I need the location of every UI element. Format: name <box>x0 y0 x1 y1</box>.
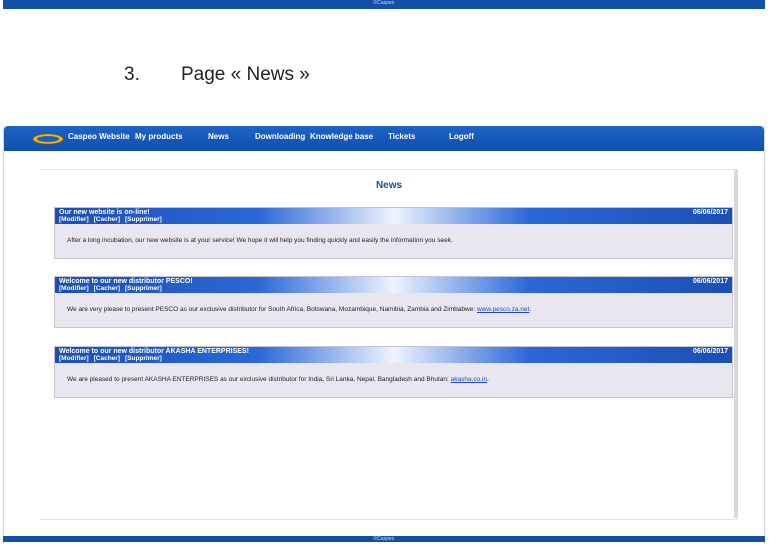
news-date: 06/06/2017 <box>692 278 728 285</box>
nav-my-products[interactable]: My products <box>135 132 183 141</box>
nav-tickets[interactable]: Tickets <box>388 132 415 141</box>
top-banner: ©Caspeo <box>3 0 765 9</box>
news-actions: [Modifier] [Cacher] [Supprimer] <box>59 216 167 223</box>
news-card: Our new website is on-line! 06/06/2017 [… <box>54 207 733 259</box>
section-title: Page « News » <box>181 64 310 85</box>
delete-link[interactable]: [Supprimer] <box>125 285 162 292</box>
modify-link[interactable]: [Modifier] <box>59 216 89 223</box>
news-actions: [Modifier] [Cacher] [Supprimer] <box>59 285 167 292</box>
news-title: Welcome to our new distributor AKASHA EN… <box>59 348 249 355</box>
scrollbar[interactable] <box>734 170 738 518</box>
delete-link[interactable]: [Supprimer] <box>125 355 162 362</box>
news-text-content: We are very please to present PESCO as o… <box>67 306 477 313</box>
nav-logoff[interactable]: Logoff <box>449 132 474 141</box>
news-date: 06/06/2017 <box>692 348 728 355</box>
news-screenshot: Caspeo Website My products News Download… <box>3 126 765 544</box>
modify-link[interactable]: [Modifier] <box>59 355 89 362</box>
news-date: 06/06/2017 <box>692 209 728 216</box>
news-card: Welcome to our new distributor PESCO! 06… <box>54 276 733 328</box>
news-title: Welcome to our new distributor PESCO! <box>59 278 193 285</box>
modify-link[interactable]: [Modifier] <box>59 285 89 292</box>
news-text-content: We are pleased to present AKASHA ENTERPR… <box>67 376 451 383</box>
page-title: News <box>375 180 403 191</box>
nav-news[interactable]: News <box>208 132 229 141</box>
section-number: 3. <box>124 64 140 85</box>
news-actions: [Modifier] [Cacher] [Supprimer] <box>59 355 167 362</box>
distributor-link[interactable]: www.pesco.za.net <box>477 306 529 313</box>
distributor-link[interactable]: akasha.co.in <box>451 376 488 383</box>
hide-link[interactable]: [Cacher] <box>94 216 120 223</box>
news-text: After a long incubation, our new website… <box>67 237 453 244</box>
news-title: Our new website is on-line! <box>59 209 150 216</box>
news-text: We are pleased to present AKASHA ENTERPR… <box>67 376 489 383</box>
nav-knowledge-base[interactable]: Knowledge base <box>310 132 373 141</box>
news-page: News Our new website is on-line! 06/06/2… <box>40 169 738 520</box>
delete-link[interactable]: [Supprimer] <box>125 216 162 223</box>
page-bottom-divider <box>40 519 738 520</box>
hide-link[interactable]: [Cacher] <box>94 355 120 362</box>
top-watermark: ©Caspeo <box>373 0 395 6</box>
footer-watermark: ©Caspeo <box>373 536 395 542</box>
caspeo-logo-icon <box>32 133 64 145</box>
news-text-content: After a long incubation, our new website… <box>67 237 453 244</box>
bottom-banner: ©Caspeo <box>3 536 765 542</box>
hide-link[interactable]: [Cacher] <box>94 285 120 292</box>
news-text: We are very please to present PESCO as o… <box>67 306 532 313</box>
top-nav: Caspeo Website My products News Download… <box>4 126 764 151</box>
nav-caspeo-website[interactable]: Caspeo Website <box>68 132 130 141</box>
news-card: Welcome to our new distributor AKASHA EN… <box>54 346 733 398</box>
nav-downloading[interactable]: Downloading <box>255 132 305 141</box>
